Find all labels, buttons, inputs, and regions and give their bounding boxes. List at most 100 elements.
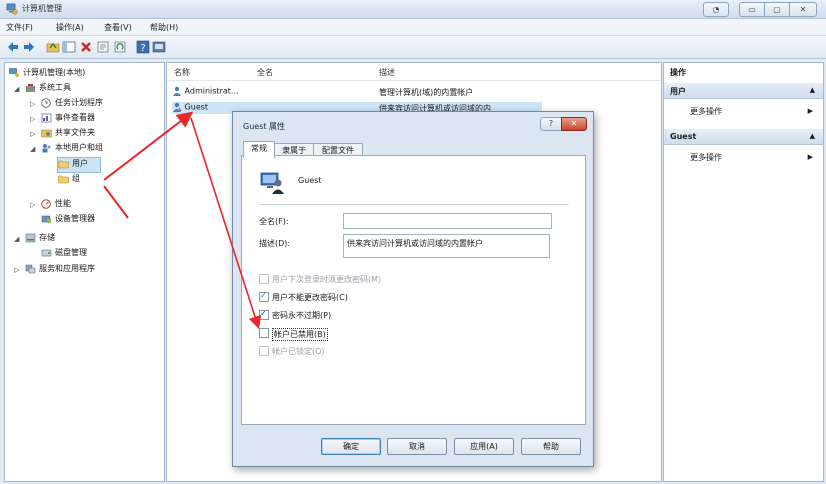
toolbar: ? <box>0 36 826 59</box>
menu-action[interactable]: 操作(A) <box>56 22 84 33</box>
actions-title: 操作 <box>670 68 686 77</box>
account-locked-checkbox[interactable] <box>259 346 269 356</box>
refresh-icon[interactable] <box>113 40 127 54</box>
tree-item-disk-management[interactable]: 磁盘管理 <box>41 247 87 261</box>
more-actions-users[interactable]: 更多操作 <box>690 106 722 117</box>
collapse-icon[interactable]: ▲ <box>810 132 815 140</box>
apply-button[interactable]: 应用(A) <box>454 438 514 455</box>
tab-general[interactable]: 常规 <box>243 141 275 158</box>
password-never-expires-label: 密码永不过期(P) <box>272 311 332 320</box>
tree-item-shared-folders[interactable]: 共享文件夹 <box>41 127 95 141</box>
users-group-icon <box>42 143 51 152</box>
ok-button[interactable]: 确定 <box>321 438 381 455</box>
user-icon <box>173 102 182 112</box>
table-row[interactable]: Administrat... 管理计算机(域)的内置帐户 <box>172 86 532 97</box>
device-manager-icon <box>41 215 51 223</box>
storage-icon <box>25 233 36 242</box>
must-change-password-checkbox[interactable] <box>259 274 269 284</box>
tree-item-storage[interactable]: 存储 <box>25 232 55 246</box>
actions-section-guest[interactable]: Guest ▲ <box>664 129 823 145</box>
tree-item-local-users-groups[interactable]: 本地用户和组 <box>41 142 103 156</box>
submenu-arrow-icon[interactable]: ▶ <box>808 153 813 161</box>
cannot-change-password-label: 用户不能更改密码(C) <box>272 293 348 302</box>
tree-item-groups[interactable]: 组 <box>58 173 80 187</box>
submenu-arrow-icon[interactable]: ▶ <box>808 107 813 115</box>
tree-item-performance[interactable]: 性能 <box>41 198 71 212</box>
column-header-description[interactable]: 描述 <box>379 67 395 78</box>
account-disabled-checkbox[interactable] <box>259 328 269 338</box>
close-window-button[interactable]: ✕ <box>789 2 817 17</box>
window-title: 计算机管理 <box>22 4 62 13</box>
navigation-tree: 计算机管理(本地) ◢ 系统工具 ▷ 任务计划程序 ▷ 事件查看器 ▷ 共享文件… <box>4 62 165 482</box>
cannot-change-password-checkbox[interactable] <box>259 291 269 302</box>
column-header-fullname[interactable]: 全名 <box>257 67 273 78</box>
folder-icon <box>58 160 69 168</box>
show-hide-tree-icon[interactable] <box>62 40 76 54</box>
shared-folder-icon <box>41 129 52 137</box>
computer-management-icon <box>9 67 19 77</box>
column-header-name[interactable]: 名称 <box>174 67 190 78</box>
description-label: 描述(D): <box>259 239 291 248</box>
disk-icon <box>41 249 52 256</box>
expand-arrow-icon[interactable]: ▷ <box>30 201 35 209</box>
tools-icon <box>26 83 35 92</box>
window-extra-button[interactable]: ◔ <box>703 2 729 17</box>
back-arrow-icon[interactable] <box>6 40 20 54</box>
actions-pane: 操作 用户 ▲ 更多操作 ▶ Guest ▲ 更多操作 ▶ <box>663 62 824 482</box>
actions-section-users[interactable]: 用户 ▲ <box>664 83 823 99</box>
event-viewer-icon <box>41 113 52 122</box>
expand-arrow-icon[interactable]: ▷ <box>30 130 35 138</box>
tree-item-task-scheduler[interactable]: 任务计划程序 <box>41 97 103 111</box>
password-never-expires-checkbox[interactable] <box>259 309 269 320</box>
more-actions-guest[interactable]: 更多操作 <box>690 152 722 163</box>
clock-icon <box>41 97 51 108</box>
help-button[interactable]: 帮助 <box>521 438 581 455</box>
tree-item-system-tools[interactable]: 系统工具 <box>25 82 71 96</box>
tree-item-event-viewer[interactable]: 事件查看器 <box>41 112 95 126</box>
delete-icon[interactable] <box>79 40 93 54</box>
collapse-icon[interactable]: ▲ <box>810 86 815 94</box>
tree-item-computer-management[interactable]: 计算机管理(本地) <box>9 67 85 81</box>
header-divider <box>167 80 661 81</box>
folder-icon <box>58 175 69 183</box>
separator <box>259 204 569 205</box>
help-icon[interactable]: ? <box>136 40 150 54</box>
dialog-help-button[interactable]: ? <box>540 117 562 131</box>
menu-file[interactable]: 文件(F) <box>6 22 33 33</box>
description-input[interactable]: 供来宾访问计算机或访问域的内置帐户 <box>343 234 550 258</box>
fullname-input[interactable] <box>343 213 552 229</box>
expand-arrow-icon[interactable]: ▷ <box>14 266 19 274</box>
maximize-button[interactable]: ▢ <box>764 2 790 17</box>
services-icon <box>25 264 36 273</box>
must-change-password-label: 用户下次登录时须更改密码(M) <box>272 275 382 284</box>
menu-view[interactable]: 查看(V) <box>104 22 132 33</box>
collapse-arrow-icon[interactable]: ◢ <box>14 235 19 243</box>
dialog-title: Guest 属性 <box>243 122 286 131</box>
tree-item-services-applications[interactable]: 服务和应用程序 <box>25 263 95 277</box>
dialog-username: Guest <box>298 176 322 185</box>
collapse-arrow-icon[interactable]: ◢ <box>14 85 19 93</box>
tree-item-users[interactable]: 用户 <box>57 157 101 173</box>
expand-arrow-icon[interactable]: ▷ <box>30 100 35 108</box>
general-tab-panel: Guest 全名(F): 描述(D): 供来宾访问计算机或访问域的内置帐户 用户… <box>241 155 586 425</box>
menu-help[interactable]: 帮助(H) <box>150 22 178 33</box>
tree-item-device-manager[interactable]: 设备管理器 <box>41 213 95 227</box>
account-locked-label: 帐户已锁定(O) <box>272 347 325 356</box>
user-icon <box>173 86 181 96</box>
dialog-close-button[interactable]: ✕ <box>561 117 587 131</box>
minimize-button[interactable]: ▭ <box>739 2 765 17</box>
cancel-button[interactable]: 取消 <box>387 438 447 455</box>
svg-text:?: ? <box>140 43 145 54</box>
forward-arrow-icon[interactable] <box>22 40 36 54</box>
user-name: Guest <box>184 102 209 112</box>
up-folder-icon[interactable] <box>46 40 60 54</box>
expand-arrow-icon[interactable]: ▷ <box>30 115 35 123</box>
account-disabled-label: 帐户已禁用(B) <box>272 328 328 341</box>
fullname-label: 全名(F): <box>259 217 289 226</box>
menu-bar: 文件(F) 操作(A) 查看(V) 帮助(H) <box>0 19 826 36</box>
user-description: 管理计算机(域)的内置帐户 <box>379 88 474 97</box>
properties-icon[interactable] <box>96 40 110 54</box>
collapse-arrow-icon[interactable]: ◢ <box>30 145 35 153</box>
console-icon[interactable] <box>152 40 166 54</box>
user-account-icon <box>260 172 284 194</box>
